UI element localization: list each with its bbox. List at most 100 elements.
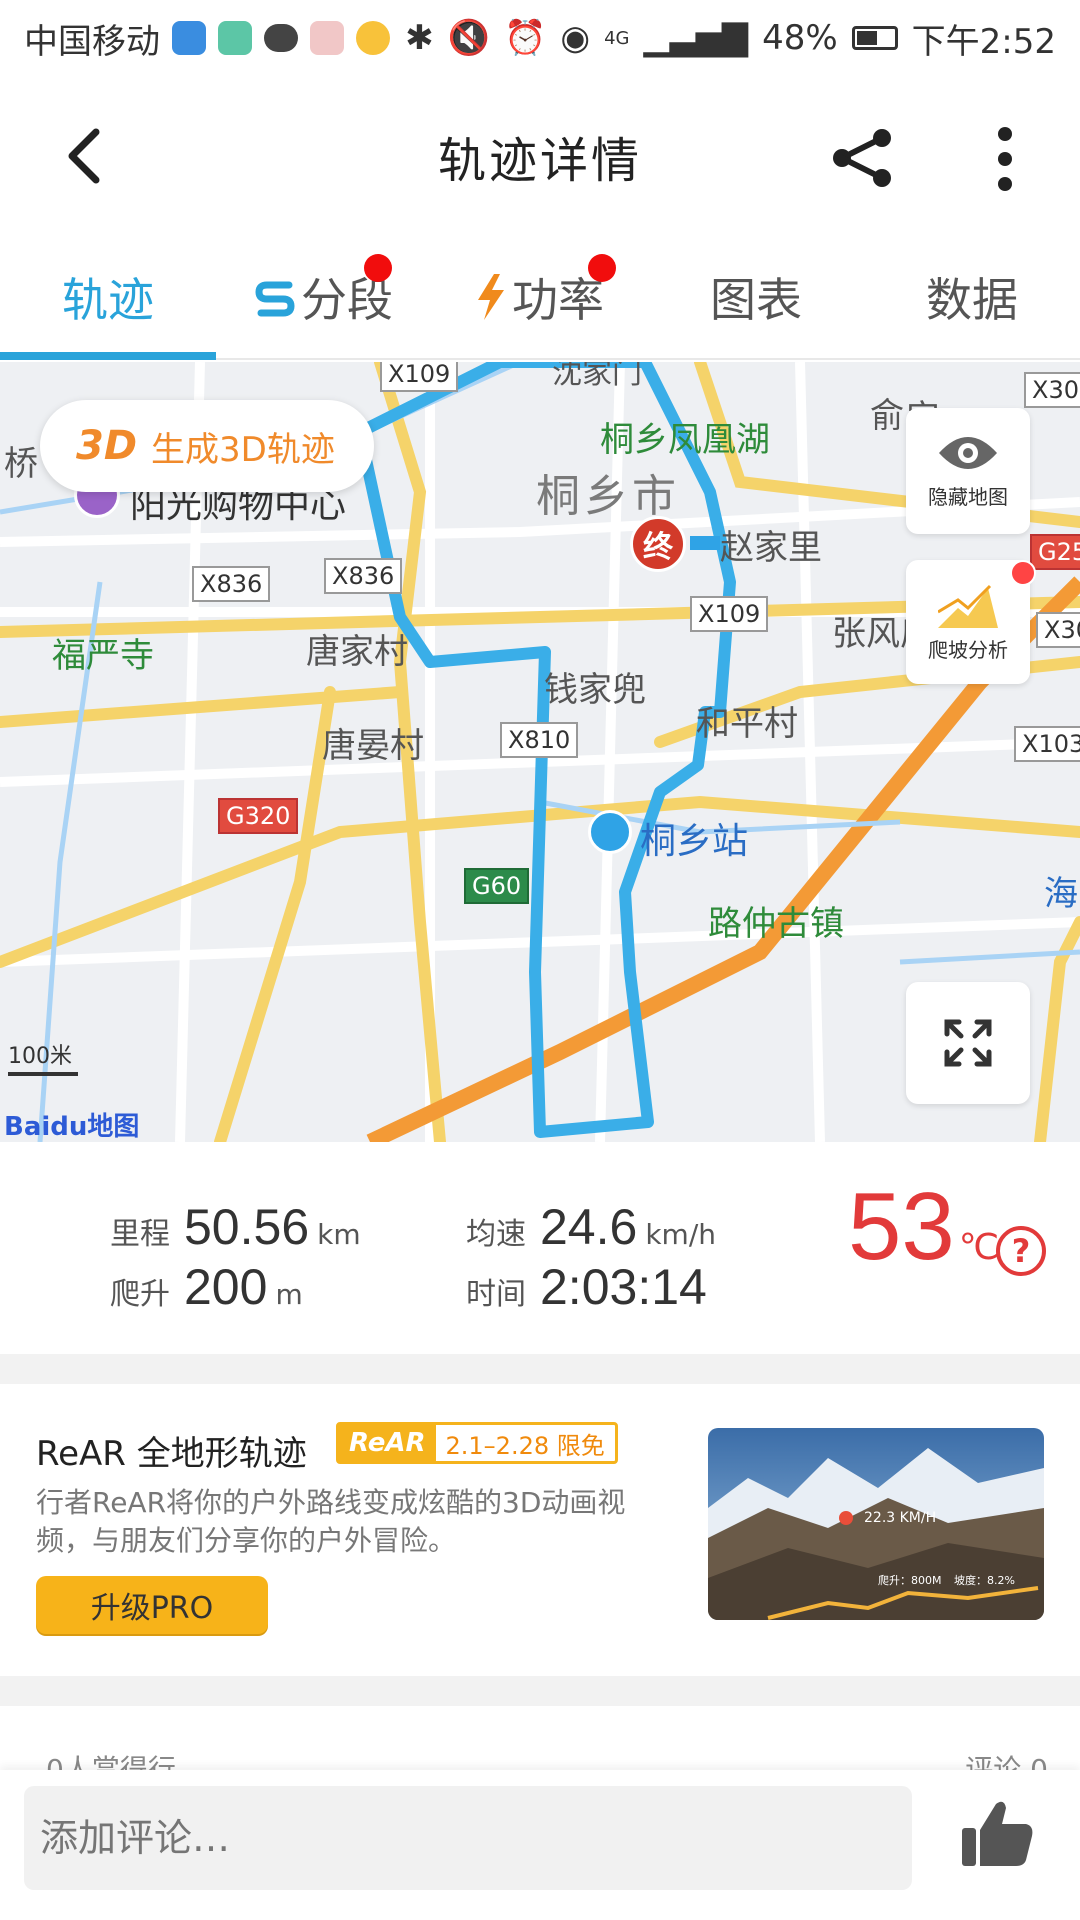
tab-data[interactable]: 数据 bbox=[864, 236, 1080, 358]
mute-icon: 🔇 bbox=[447, 18, 491, 58]
thumb-speed-label: 22.3 KM/H bbox=[864, 1510, 937, 1526]
map-label-shenjiamen: 沈家门 bbox=[552, 362, 642, 391]
stat-climb: 爬升 200 m bbox=[110, 1258, 303, 1316]
road-sign-g60: G60 bbox=[464, 868, 530, 904]
map-label-hai: 海 bbox=[1044, 874, 1078, 914]
eye-icon bbox=[939, 436, 997, 469]
generate-3d-track-button[interactable]: 3D 生成3D轨迹 bbox=[40, 400, 374, 492]
map-scale: 100米 bbox=[8, 1038, 78, 1076]
tab-track[interactable]: 轨迹 bbox=[0, 236, 216, 360]
upgrade-pro-button[interactable]: 升级PRO bbox=[36, 1576, 268, 1634]
more-options-icon[interactable] bbox=[990, 124, 1020, 194]
map-label-heping: 和平村 bbox=[696, 704, 798, 744]
end-marker-label: 终 bbox=[643, 530, 673, 565]
tab-power[interactable]: 功率 bbox=[432, 236, 648, 358]
temperature-display: 53 ℃ bbox=[848, 1172, 999, 1282]
tab-power-badge-dot bbox=[588, 254, 616, 282]
promo-badge-brand: ReAR bbox=[339, 1425, 436, 1461]
stat-climb-value: 200 bbox=[184, 1259, 268, 1315]
fullscreen-icon bbox=[944, 1019, 992, 1067]
lock-app-icon bbox=[218, 21, 252, 55]
shield-icon bbox=[172, 21, 206, 55]
3d-logo: 3D bbox=[76, 423, 138, 469]
comment-bar bbox=[0, 1770, 1080, 1920]
promo-thumbnail[interactable]: 22.3 KM/H 爬升：800M 坡度：8.2% bbox=[708, 1428, 1044, 1620]
mountain-icon bbox=[938, 584, 998, 628]
road-sign-x109-top: X109 bbox=[380, 362, 459, 392]
temperature-value: 53 bbox=[848, 1173, 955, 1280]
thumbs-up-icon[interactable] bbox=[960, 1796, 1034, 1870]
weibo-icon bbox=[356, 21, 390, 55]
climb-analysis-button[interactable]: 爬坡分析 bbox=[906, 560, 1036, 684]
promo-description: 行者ReAR将你的户外路线变成炫酷的3D动画视频，与朋友们分享你的户外冒险。 bbox=[36, 1486, 626, 1557]
road-sign-x810: X810 bbox=[500, 722, 579, 758]
tab-charts[interactable]: 图表 bbox=[648, 236, 864, 358]
alarm-icon: ⏰ bbox=[504, 18, 547, 58]
stat-duration-value: 2:03:14 bbox=[540, 1259, 707, 1315]
baidu-logo-text: Baidu地图 bbox=[4, 1112, 140, 1142]
eye-icon: ◉ bbox=[560, 18, 591, 58]
road-sign-g320: G320 bbox=[218, 798, 299, 834]
stat-avg-speed-unit: km/h bbox=[645, 1218, 716, 1251]
status-bar: 中国移动 ✱ 🔇 ⏰ ◉ 4G ▁▃▅▇ 48% 下午2:52 bbox=[0, 0, 1080, 76]
lightning-icon bbox=[476, 274, 506, 320]
map-label-luzhong: 路仲古镇 bbox=[708, 904, 844, 944]
promo-badge-text: 2.1–2.28 限免 bbox=[445, 1431, 605, 1460]
end-marker[interactable]: 终 bbox=[630, 516, 686, 572]
temperature-help-icon[interactable]: ? bbox=[996, 1226, 1046, 1276]
map-label-qianjiadou: 钱家兜 bbox=[544, 670, 646, 710]
road-sign-x302-top: X302 bbox=[1024, 372, 1080, 408]
road-sign-x836-b: X836 bbox=[324, 558, 403, 594]
hide-map-label: 隐藏地图 bbox=[928, 484, 1008, 509]
tab-charts-label: 图表 bbox=[710, 273, 802, 327]
tab-data-label: 数据 bbox=[926, 273, 1018, 327]
tab-segments[interactable]: 分段 bbox=[216, 236, 432, 358]
map-label-zhaojiali: 赵家里 bbox=[720, 528, 822, 568]
stat-duration-label: 时间 bbox=[466, 1277, 526, 1312]
carrier-label: 中国移动 bbox=[24, 21, 160, 62]
map-label-city: 桐乡市 bbox=[536, 471, 680, 522]
end-marker-pin bbox=[690, 536, 720, 550]
tab-bar: 轨迹 分段 功率 图表 数据 bbox=[0, 236, 1080, 360]
stat-distance-value: 50.56 bbox=[184, 1199, 310, 1255]
back-arrow-icon[interactable] bbox=[56, 126, 116, 186]
fullscreen-button[interactable] bbox=[906, 982, 1030, 1104]
baidu-logo: Baidu地图 bbox=[4, 1106, 139, 1142]
signal-icon: ▁▃▅▇ bbox=[643, 18, 749, 58]
rear-promo-card[interactable]: ReAR 全地形轨迹 ReAR 2.1–2.28 限免 行者ReAR将你的户外路… bbox=[0, 1384, 1080, 1640]
battery-icon bbox=[851, 26, 898, 50]
chat-icon bbox=[264, 24, 298, 52]
section-divider-2 bbox=[0, 1676, 1080, 1706]
segment-icon bbox=[255, 277, 295, 317]
network-label: 4G bbox=[604, 27, 630, 49]
stat-distance-unit: km bbox=[317, 1218, 361, 1251]
climb-analysis-label: 爬坡分析 bbox=[928, 637, 1008, 662]
hide-map-button[interactable]: 隐藏地图 bbox=[906, 408, 1030, 534]
road-sign-x103: X103 bbox=[1014, 726, 1080, 762]
bluetooth-icon: ✱ bbox=[405, 18, 434, 58]
app-icon bbox=[310, 21, 344, 55]
clock-label: 下午2:52 bbox=[911, 21, 1056, 62]
stat-avg-speed-label: 均速 bbox=[466, 1217, 526, 1252]
map-label-station: 桐乡站 bbox=[640, 821, 749, 862]
map-label-lake: 桐乡凤凰湖 bbox=[600, 420, 770, 460]
share-icon[interactable] bbox=[830, 128, 896, 188]
train-station-icon bbox=[588, 810, 632, 854]
comment-input[interactable] bbox=[24, 1786, 912, 1890]
tab-segments-badge-dot bbox=[364, 254, 392, 282]
stat-climb-unit: m bbox=[275, 1278, 303, 1311]
promo-badge: ReAR 2.1–2.28 限免 bbox=[336, 1422, 618, 1464]
promo-title: ReAR 全地形轨迹 bbox=[36, 1434, 307, 1474]
road-sign-x836-a: X836 bbox=[192, 566, 271, 602]
page-title: 轨迹详情 bbox=[437, 133, 642, 189]
generate-3d-label: 生成3D轨迹 bbox=[151, 429, 335, 470]
stat-distance-label: 里程 bbox=[110, 1217, 170, 1252]
stat-duration: 时间 2:03:14 bbox=[466, 1258, 707, 1316]
map-label-fuyansi: 福严寺 bbox=[52, 636, 154, 676]
stat-avg-speed-value: 24.6 bbox=[540, 1199, 638, 1255]
map-scale-label: 100米 bbox=[8, 1044, 72, 1069]
ride-stats: 里程 50.56 km 均速 24.6 km/h 爬升 200 m 时间 2:0… bbox=[0, 1142, 1080, 1352]
app-header: 轨迹详情 bbox=[0, 76, 1080, 236]
route-map[interactable]: 沈家门 桥 俞 安 桐乡凤凰湖 桐乡市 阳光购物中心 赵家里 张风扇 和平村 钱… bbox=[0, 362, 1080, 1142]
map-label-tangyancun: 唐晏村 bbox=[322, 726, 424, 766]
